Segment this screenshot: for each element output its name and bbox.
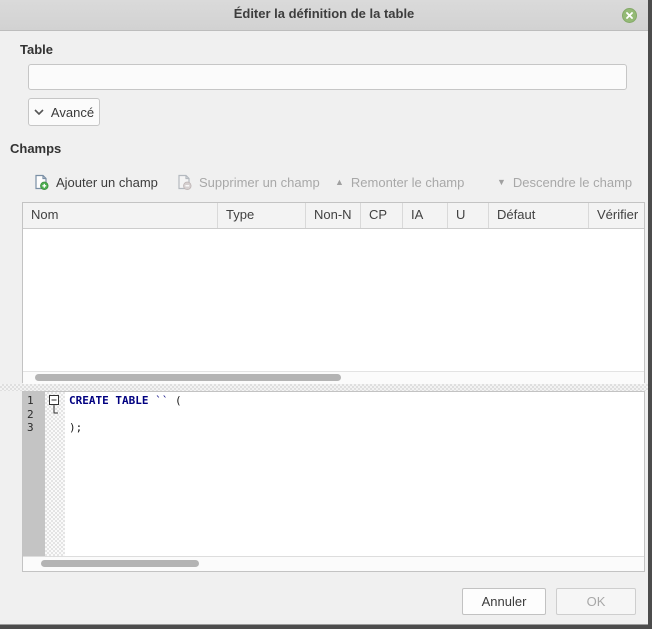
- cancel-button[interactable]: Annuler: [462, 588, 546, 615]
- move-field-down-label: Descendre le champ: [513, 175, 632, 190]
- fields-grid: Nom Type Non-N CP IA U Défaut Vérifier: [22, 202, 645, 383]
- column-header-u[interactable]: U: [448, 203, 489, 228]
- sql-editor-fold-margin: [45, 392, 65, 556]
- line-number: 2: [27, 408, 45, 422]
- triangle-up-icon: ▲: [335, 178, 344, 187]
- table-name-label: Table: [20, 42, 53, 57]
- cancel-label: Annuler: [482, 594, 527, 609]
- document-minus-icon: [176, 174, 192, 190]
- remove-field-button[interactable]: Supprimer un champ: [176, 171, 320, 193]
- column-header-cp[interactable]: CP: [361, 203, 403, 228]
- add-field-button[interactable]: Ajouter un champ: [33, 171, 158, 193]
- column-header-nom[interactable]: Nom: [23, 203, 218, 228]
- add-field-label: Ajouter un champ: [56, 175, 158, 190]
- sql-keyword: CREATE TABLE: [69, 394, 148, 407]
- sql-identifier-ticks: ``: [148, 394, 175, 407]
- sql-editor-line-numbers: 1 2 3: [23, 392, 45, 556]
- ok-label: OK: [587, 594, 606, 609]
- sql-editor: 1 2 3 CREATE TABLE `` ( );: [22, 391, 645, 572]
- line-number: 3: [27, 421, 45, 435]
- fold-minus-box-icon[interactable]: [45, 392, 65, 422]
- move-field-up-label: Remonter le champ: [351, 175, 464, 190]
- close-button[interactable]: [622, 8, 637, 23]
- triangle-down-icon: ▼: [497, 178, 506, 187]
- advanced-toggle-button[interactable]: Avancé: [28, 98, 100, 126]
- advanced-label: Avancé: [51, 105, 94, 120]
- sql-open-paren: (: [175, 394, 182, 407]
- column-header-type[interactable]: Type: [218, 203, 306, 228]
- ok-button[interactable]: OK: [556, 588, 636, 615]
- column-header-ia[interactable]: IA: [403, 203, 448, 228]
- remove-field-label: Supprimer un champ: [199, 175, 320, 190]
- sql-editor-hscrollbar-thumb[interactable]: [41, 560, 199, 567]
- line-number: 1: [27, 394, 45, 408]
- fields-grid-hscrollbar-thumb[interactable]: [35, 374, 341, 381]
- dialog-title: Éditer la définition de la table: [0, 6, 648, 21]
- move-field-down-button[interactable]: ▼ Descendre le champ: [497, 171, 632, 193]
- sql-editor-code-area[interactable]: CREATE TABLE `` ( );: [65, 392, 644, 556]
- fields-grid-hscrollbar: [23, 371, 644, 384]
- document-plus-icon: [33, 174, 49, 190]
- column-header-verifier[interactable]: Vérifier: [589, 203, 644, 228]
- edit-table-definition-dialog: Éditer la définition de la table Table A…: [0, 0, 648, 625]
- fields-section-label: Champs: [10, 141, 61, 156]
- column-header-defaut[interactable]: Défaut: [489, 203, 589, 228]
- sql-editor-hscrollbar: [23, 556, 644, 571]
- table-name-input[interactable]: [28, 64, 627, 90]
- titlebar[interactable]: Éditer la définition de la table: [0, 0, 648, 31]
- column-header-nonnull[interactable]: Non-N: [306, 203, 361, 228]
- chevron-down-icon: [34, 109, 44, 115]
- sql-close-paren: );: [69, 421, 82, 434]
- fields-grid-header: Nom Type Non-N CP IA U Défaut Vérifier: [23, 203, 644, 229]
- move-field-up-button[interactable]: ▲ Remonter le champ: [335, 171, 464, 193]
- splitter-handle[interactable]: [0, 384, 648, 391]
- close-icon: [626, 12, 633, 19]
- fields-grid-body: [23, 229, 644, 371]
